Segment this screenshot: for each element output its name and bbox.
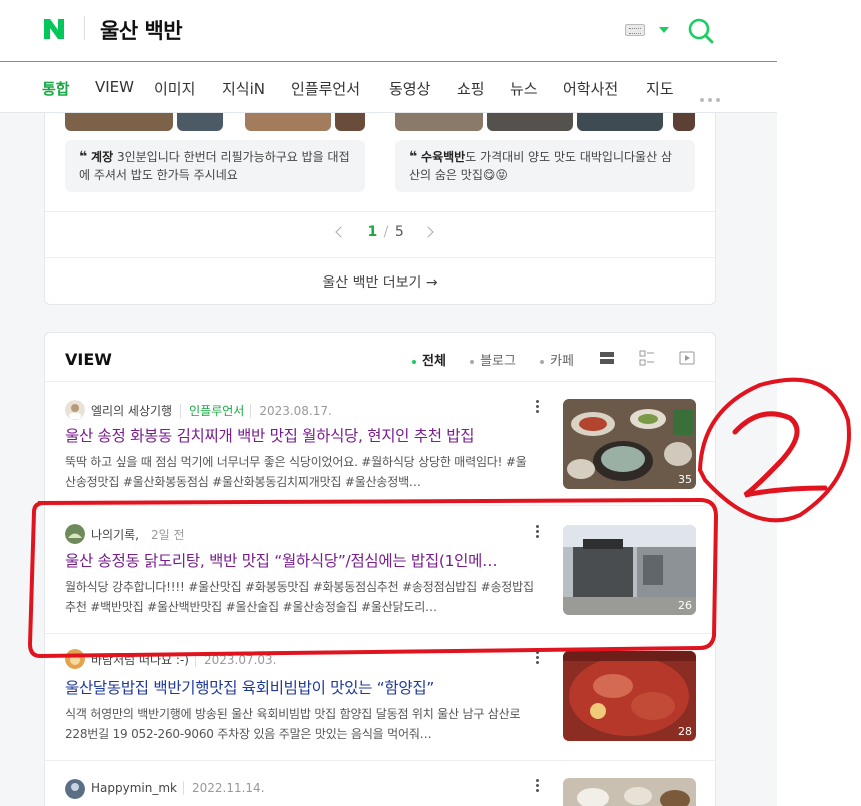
tab-images[interactable]: 이미지 — [154, 78, 195, 99]
search-icon[interactable] — [687, 17, 715, 45]
post-title[interactable]: 울산달동밥집 백반기행맛집 육회비빔밥이 맛있는 “함양집” — [65, 677, 535, 699]
view-post[interactable]: 나의기록, 2일 전 울산 송정동 닭도리탕, 백반 맛집 “월하식당”/점심에는… — [45, 507, 715, 634]
photo-count: 26 — [678, 599, 692, 612]
tab-influencer[interactable]: 인플루언서 — [291, 78, 360, 99]
tab-shopping[interactable]: 쇼핑 — [457, 78, 485, 99]
avatar[interactable] — [65, 779, 85, 799]
quote-icon: ❝ — [409, 149, 418, 165]
place-photo[interactable] — [335, 113, 365, 131]
food-photo — [563, 651, 696, 741]
pager-controls: 1 / 5 — [335, 224, 434, 240]
avatar[interactable] — [65, 400, 85, 420]
post-title[interactable]: 울산 송정 화봉동 김치찌개 백반 맛집 월하식당, 현지인 추천 밥집 — [65, 425, 535, 447]
tab-map[interactable]: 지도 — [646, 78, 674, 99]
thumbnail-view-icon[interactable] — [638, 349, 656, 367]
video-view-icon[interactable] — [678, 349, 696, 367]
view-section: VIEW 전체 블로그 카페 엘리의 세상기행 인플루언서 2023.08.17… — [44, 332, 716, 806]
post-date: 2022.11.14. — [182, 781, 265, 795]
post-snippet[interactable]: 식객 허영만의 백반기행에 방송된 울산 육회비빔밥 맛집 함양집 달동점 위치… — [65, 704, 537, 744]
avatar[interactable] — [65, 524, 85, 544]
place-reviews-card: ❝ 계장 3인분입니다 한번더 리필가능하구요 밥을 대접에 주셔서 밥도 한가… — [44, 113, 716, 305]
pager-separator: / — [383, 224, 389, 240]
view-mode-icons — [598, 349, 698, 369]
place-photo[interactable] — [577, 113, 663, 131]
search-tabs: 통합 VIEW 이미지 지식iN 인플루언서 동영상 쇼핑 뉴스 어학사전 지도 — [0, 62, 777, 113]
influencer-badge[interactable]: 인플루언서 — [180, 404, 245, 418]
post-meta: Happymin_mk 2022.11.14. — [91, 781, 265, 795]
post-thumbnail[interactable]: 26 — [563, 525, 696, 615]
review-snippet[interactable]: ❝ 수육백반도 가격대비 양도 맛도 대박입니다울산 삼산의 숨은 맛집😋😝 — [395, 140, 695, 192]
post-title[interactable]: 울산 송정동 닭도리탕, 백반 맛집 “월하식당”/점심에는 밥집(1인메… — [65, 550, 535, 572]
tab-kin[interactable]: 지식iN — [222, 78, 265, 99]
tab-news[interactable]: 뉴스 — [510, 78, 538, 99]
post-meta: 엘리의 세상기행 인플루언서 2023.08.17. — [91, 402, 332, 419]
place-photo[interactable] — [395, 113, 483, 131]
view-post[interactable]: 바람처럼 떠나요 :-) 2023.07.03. 울산달동밥집 백반기행맛집 육회… — [45, 635, 715, 761]
next-page-icon[interactable] — [422, 226, 434, 238]
photo-count: 35 — [678, 473, 692, 486]
post-thumbnail[interactable] — [563, 778, 696, 806]
caret-down-icon[interactable] — [659, 27, 669, 33]
post-meta: 나의기록, 2일 전 — [91, 526, 185, 543]
review-keyword: 수육백반 — [421, 150, 466, 164]
section-title: VIEW — [65, 350, 112, 369]
author-name[interactable]: 엘리의 세상기행 — [91, 404, 172, 418]
tab-dictionary[interactable]: 어학사전 — [563, 78, 618, 99]
search-header: 울산 백반 — [0, 0, 777, 62]
author-name[interactable]: Happymin_mk — [91, 781, 177, 795]
quote-icon: ❝ — [79, 149, 88, 165]
view-filters: 전체 블로그 카페 — [412, 350, 594, 369]
more-options-icon[interactable] — [536, 525, 540, 539]
review-text: 3인분입니다 한번더 리필가능하구요 밥을 대접에 주셔서 밥도 한가득 주시네… — [79, 150, 350, 182]
storefront-photo — [563, 525, 696, 615]
place-photo[interactable] — [487, 113, 573, 131]
view-post[interactable]: Happymin_mk 2022.11.14. — [45, 762, 715, 806]
filter-all[interactable]: 전체 — [412, 354, 456, 369]
tab-view[interactable]: VIEW — [95, 78, 134, 96]
header-divider — [84, 16, 85, 40]
naver-logo[interactable] — [42, 17, 66, 41]
tab-video[interactable]: 동영상 — [389, 78, 430, 99]
list-view-icon[interactable] — [598, 349, 616, 367]
more-results-link[interactable]: 울산 백반 더보기 → — [45, 257, 715, 304]
place-photo[interactable] — [65, 113, 173, 131]
food-photo — [563, 778, 696, 806]
photo-count: 28 — [678, 725, 692, 738]
post-thumbnail[interactable]: 35 — [563, 399, 696, 489]
pager: 1 / 5 — [45, 211, 715, 257]
tab-all[interactable]: 통합 — [42, 78, 70, 99]
post-date: 2일 전 — [150, 528, 185, 542]
right-margin — [777, 0, 861, 806]
more-options-icon[interactable] — [536, 779, 540, 793]
filter-cafe[interactable]: 카페 — [540, 354, 584, 369]
post-thumbnail[interactable]: 28 — [563, 651, 696, 741]
review-snippet[interactable]: ❝ 계장 3인분입니다 한번더 리필가능하구요 밥을 대접에 주셔서 밥도 한가… — [65, 140, 365, 192]
post-date: 2023.08.17. — [250, 404, 332, 418]
view-post[interactable]: 엘리의 세상기행 인플루언서 2023.08.17. 울산 송정 화봉동 김치찌개 … — [45, 382, 715, 506]
keyboard-icon[interactable] — [625, 24, 645, 36]
search-query-input[interactable]: 울산 백반 — [100, 15, 183, 45]
more-options-icon[interactable] — [536, 400, 540, 414]
filter-blog[interactable]: 블로그 — [470, 354, 526, 369]
pager-total: 5 — [394, 224, 404, 240]
place-photo[interactable] — [177, 113, 223, 131]
food-photo — [563, 399, 696, 489]
search-results-page: 울산 백반 통합 VIEW 이미지 지식iN 인플루언서 동영상 쇼핑 뉴스 어… — [0, 0, 861, 806]
post-meta: 바람처럼 떠나요 :-) 2023.07.03. — [91, 651, 277, 668]
review-keyword: 계장 — [91, 150, 114, 164]
author-name[interactable]: 바람처럼 떠나요 :-) — [91, 653, 189, 667]
prev-page-icon[interactable] — [335, 226, 347, 238]
place-photo[interactable] — [245, 113, 331, 131]
place-photo[interactable] — [673, 113, 695, 131]
author-name[interactable]: 나의기록, — [91, 528, 139, 542]
post-date: 2023.07.03. — [194, 653, 277, 667]
post-snippet[interactable]: 월하식당 강추합니다!!!! #울산맛집 #화봉동맛집 #화봉동점심추천 #송정… — [65, 577, 537, 617]
post-snippet[interactable]: 뚝딱 하고 싶을 때 점심 먹기에 너무너무 좋은 식당이었어요. #월하식당 … — [65, 452, 537, 492]
more-options-icon[interactable] — [536, 651, 540, 665]
avatar[interactable] — [65, 649, 85, 669]
more-tabs-icon[interactable] — [700, 87, 724, 102]
pager-current: 1 — [367, 224, 378, 240]
